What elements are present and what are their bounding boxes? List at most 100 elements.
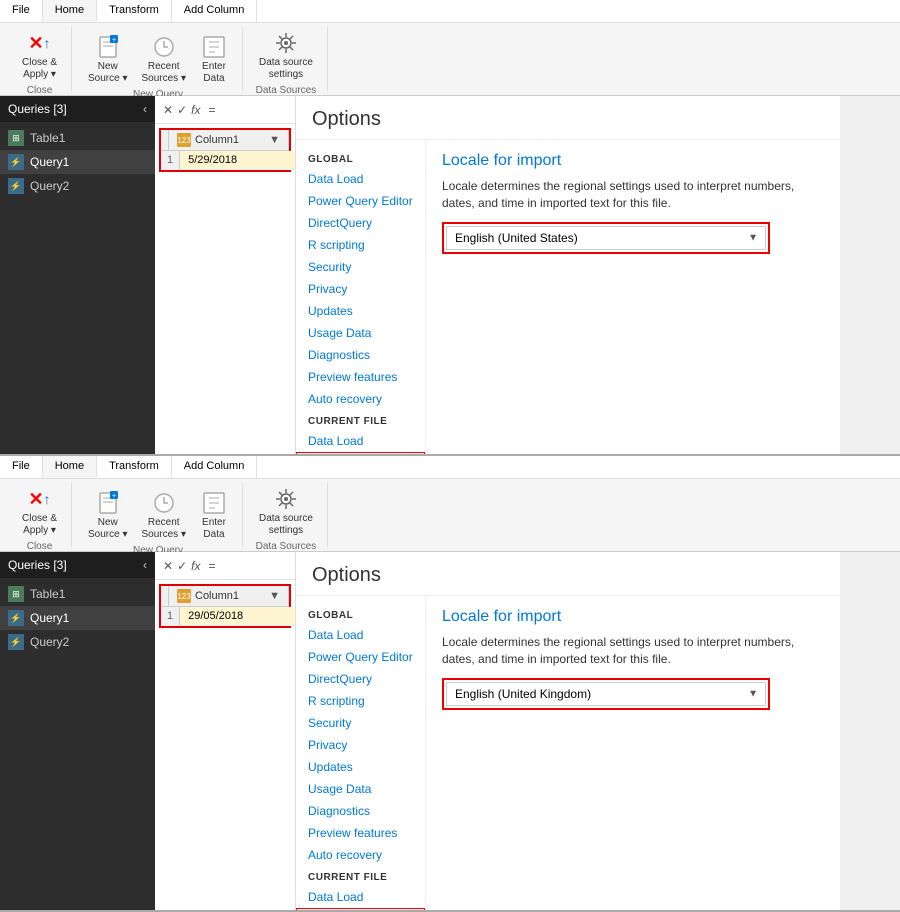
new-source-icon: + <box>94 489 122 517</box>
locale-title: Locale for import <box>442 152 824 170</box>
nav-item-power-query editor[interactable]: Power Query Editor <box>296 190 425 212</box>
nav-item-security[interactable]: Security <box>296 256 425 278</box>
new-query-buttons: +NewSource ▾RecentSources ▾EnterData <box>82 27 234 87</box>
nav-item-diagnostics[interactable]: Diagnostics <box>296 800 425 822</box>
new-source-icon: + <box>94 33 122 61</box>
nav-item-power-query editor[interactable]: Power Query Editor <box>296 646 425 668</box>
collapse-chevron[interactable]: ‹ <box>143 102 147 116</box>
locale-title: Locale for import <box>442 608 824 626</box>
table-cell: 29/05/2018 <box>180 607 295 626</box>
enter-data-button[interactable]: EnterData <box>194 31 234 87</box>
nav-item-data-load[interactable]: Data Load <box>296 624 425 646</box>
nav-item-preview-features[interactable]: Preview features <box>296 822 425 844</box>
nav-item-directquery[interactable]: DirectQuery <box>296 668 425 690</box>
data-area: ✕ ✓ fx = 123Column1▼129/05/2018 <box>155 552 295 910</box>
enter-data-label: EnterData <box>202 517 226 541</box>
locale-select[interactable]: English (United States)English (United K… <box>446 226 766 250</box>
main-body: Queries [3] ‹ ⊞Table1⚡Query1⚡Query2 ✕ ✓ fx… <box>0 96 900 454</box>
nav-item-privacy[interactable]: Privacy <box>296 734 425 756</box>
formula-fx-label: fx <box>191 559 200 573</box>
query-item-query1[interactable]: ⚡Query1 <box>0 606 155 630</box>
enter-data-label: EnterData <box>202 61 226 85</box>
data-source-settings-icon <box>272 29 300 57</box>
data-table: 123Column1▼129/05/2018 <box>159 584 291 628</box>
nav-item-updates[interactable]: Updates <box>296 756 425 778</box>
locale-select[interactable]: English (United States)English (United K… <box>446 682 766 706</box>
tab-file[interactable]: File <box>0 456 43 478</box>
query-item-table1[interactable]: ⊞Table1 <box>0 126 155 150</box>
data-source-settings-button[interactable]: Data sourcesettings <box>253 27 319 83</box>
query-item-query2[interactable]: ⚡Query2 <box>0 174 155 198</box>
ribbon-group-data-sources: Data sourcesettingsData Sources <box>245 483 328 547</box>
nav-item-data-load[interactable]: Data Load <box>296 168 425 190</box>
locale-description: Locale determines the regional settings … <box>442 178 824 212</box>
locale-description: Locale determines the regional settings … <box>442 634 824 668</box>
locale-dropdown-wrapper: English (United States)English (United K… <box>442 678 770 710</box>
nav-item-directquery[interactable]: DirectQuery <box>296 212 425 234</box>
nav-item-usage-data[interactable]: Usage Data <box>296 778 425 800</box>
new-source-button[interactable]: +NewSource ▾ <box>82 31 133 87</box>
nav-item-updates[interactable]: Updates <box>296 300 425 322</box>
tab-add-column[interactable]: Add Column <box>172 0 258 22</box>
col-header-column1: 123Column1▼ <box>169 586 289 607</box>
queries-panel: Queries [3] ‹ ⊞Table1⚡Query1⚡Query2 <box>0 96 155 454</box>
new-source-button[interactable]: +NewSource ▾ <box>82 487 133 543</box>
nav-section-current-file: CURRENT FILE <box>296 866 425 886</box>
nav-item-auto-recovery[interactable]: Auto recovery <box>296 844 425 866</box>
left-side: Queries [3]‹⊞Table1⚡Query1⚡Query2 ✕ ✓ fx… <box>0 552 295 910</box>
nav-item-auto-recovery[interactable]: Auto recovery <box>296 388 425 410</box>
queries-list: ⊞Table1⚡Query1⚡Query2 <box>0 122 155 454</box>
formula-check-icon[interactable]: ✓ <box>177 103 187 117</box>
data-source-settings-button[interactable]: Data sourcesettings <box>253 483 319 539</box>
enter-data-icon <box>200 489 228 517</box>
recent-sources-button[interactable]: RecentSources ▾ <box>136 487 192 543</box>
nav-item-preview-features[interactable]: Preview features <box>296 366 425 388</box>
tab-home[interactable]: Home <box>43 456 97 478</box>
tab-home[interactable]: Home <box>43 0 97 22</box>
enter-data-button[interactable]: EnterData <box>194 487 234 543</box>
ribbon-group-new-query: +NewSource ▾RecentSources ▾EnterDataNew … <box>74 27 243 91</box>
tab-add-column[interactable]: Add Column <box>172 456 258 478</box>
close-apply-button[interactable]: ✕ ↑ Close &Apply ▾ <box>16 483 63 539</box>
ribbon-group-new-query: +NewSource ▾RecentSources ▾EnterDataNew … <box>74 483 243 547</box>
svg-text:+: + <box>112 493 116 500</box>
nav-item-privacy[interactable]: Privacy <box>296 278 425 300</box>
nav-item-r-scripting[interactable]: R scripting <box>296 234 425 256</box>
col-header-name: Column1 <box>195 590 239 602</box>
query-item-query1[interactable]: ⚡Query1 <box>0 150 155 174</box>
nav-item-regional-settings[interactable]: Regional Settings <box>296 452 425 454</box>
formula-x-icon[interactable]: ✕ <box>163 103 173 117</box>
nav-section-current-file: CURRENT FILE <box>296 410 425 430</box>
nav-item-diagnostics[interactable]: Diagnostics <box>296 344 425 366</box>
tab-transform[interactable]: Transform <box>97 0 172 22</box>
query-type-icon: ⊞ <box>8 586 24 602</box>
formula-x-icon[interactable]: ✕ <box>163 559 173 573</box>
nav-item-regional-settings[interactable]: Regional Settings <box>296 908 425 910</box>
recent-sources-button[interactable]: RecentSources ▾ <box>136 31 192 87</box>
col-filter-icon[interactable]: ▼ <box>269 590 280 602</box>
query-item-query2[interactable]: ⚡Query2 <box>0 630 155 654</box>
nav-item-security[interactable]: Security <box>296 712 425 734</box>
data-area: ✕ ✓ fx = 123Column1▼15/29/2018 <box>155 96 295 454</box>
options-title: Options <box>296 552 840 596</box>
formula-equals-icon: = <box>208 103 215 117</box>
nav-item-r-scripting[interactable]: R scripting <box>296 690 425 712</box>
new-source-label: NewSource ▾ <box>88 61 127 85</box>
nav-item-usage-data[interactable]: Usage Data <box>296 322 425 344</box>
col-type-icon: 123 <box>177 133 191 147</box>
nav-item-data-load[interactable]: Data Load <box>296 886 425 908</box>
nav-item-data-load[interactable]: Data Load <box>296 430 425 452</box>
query-type-icon: ⚡ <box>8 634 24 650</box>
tab-transform[interactable]: Transform <box>97 456 172 478</box>
new-query-buttons: +NewSource ▾RecentSources ▾ EnterData <box>82 483 234 543</box>
queries-title: Queries [3] <box>8 102 67 116</box>
formula-check-icon[interactable]: ✓ <box>177 559 187 573</box>
column-header-row: 123Column1▼ <box>161 130 289 151</box>
query-item-table1[interactable]: ⊞Table1 <box>0 582 155 606</box>
close-apply-button[interactable]: ✕ ↑ Close &Apply ▾ <box>16 27 63 83</box>
col-filter-icon[interactable]: ▼ <box>269 134 280 146</box>
collapse-chevron[interactable]: ‹ <box>143 558 147 572</box>
formula-bar: ✕ ✓ fx = <box>155 552 295 580</box>
query-item-name: Query1 <box>30 155 69 169</box>
tab-file[interactable]: File <box>0 0 43 22</box>
